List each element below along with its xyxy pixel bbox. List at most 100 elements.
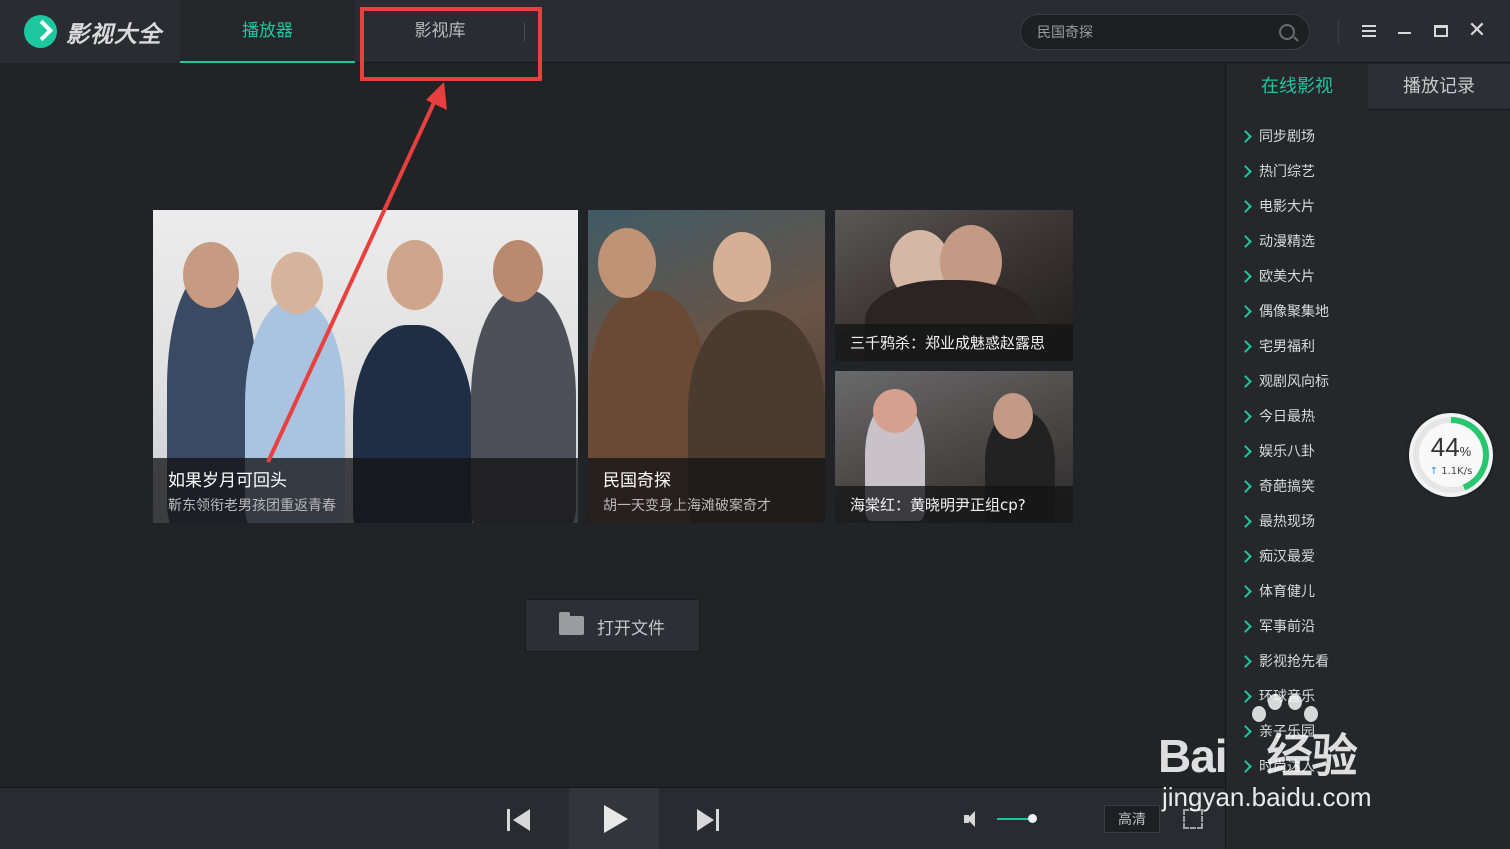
brand: 影视大全: [0, 0, 180, 63]
chevron-right-icon: [1239, 270, 1252, 283]
quality-button[interactable]: 高清: [1104, 805, 1160, 833]
category-label: 欧美大片: [1259, 269, 1315, 285]
poster-title: 如果岁月可回头: [168, 471, 287, 491]
volume-slider[interactable]: [997, 818, 1028, 820]
folder-icon: [559, 612, 584, 635]
volume-handle[interactable]: [1028, 814, 1037, 823]
speed-progress-ring: 44% ↑ 1.1K/s: [1413, 417, 1489, 493]
volume-icon[interactable]: [964, 811, 984, 827]
category-item[interactable]: 电影大片: [1226, 190, 1510, 225]
poster-title: 海棠红：黄晓明尹正组cp?: [850, 496, 1026, 514]
chevron-right-icon: [1239, 690, 1252, 703]
category-label: 亲子乐园: [1259, 724, 1315, 740]
chevron-right-icon: [1239, 200, 1252, 213]
menu-icon[interactable]: [1356, 18, 1382, 44]
play-icon: [604, 805, 628, 833]
network-speed-widget[interactable]: 44% ↑ 1.1K/s: [1409, 413, 1493, 497]
app-window: 影视大全 播放器 影视库 ✕ 如果岁月可回头 靳东领衔老男孩团重返青春: [0, 0, 1510, 849]
open-file-button[interactable]: 打开文件: [525, 599, 700, 652]
tab-play-history[interactable]: 播放记录: [1368, 64, 1510, 110]
poster-subtitle: 靳东领衔老男孩团重返青春: [168, 498, 336, 514]
category-item[interactable]: 欧美大片: [1226, 260, 1510, 295]
speed-rate: ↑ 1.1K/s: [1429, 466, 1473, 477]
category-label: 环球音乐: [1259, 689, 1315, 705]
category-item[interactable]: 环球音乐: [1226, 680, 1510, 715]
category-label: 最热现场: [1259, 514, 1315, 530]
category-item[interactable]: 观剧风向标: [1226, 365, 1510, 400]
search-input[interactable]: [1037, 15, 1267, 49]
fullscreen-icon[interactable]: [1183, 809, 1203, 829]
category-label: 时尚达人: [1259, 759, 1315, 775]
category-label: 体育健儿: [1259, 584, 1315, 600]
category-item[interactable]: 影视抢先看: [1226, 645, 1510, 680]
chevron-right-icon: [1239, 410, 1252, 423]
category-label: 动漫精选: [1259, 234, 1315, 250]
player-controls: 高清: [0, 787, 1225, 849]
poster-fourth[interactable]: 海棠红：黄晓明尹正组cp?: [835, 371, 1073, 523]
category-item[interactable]: 亲子乐园: [1226, 715, 1510, 750]
chevron-right-icon: [1239, 760, 1252, 773]
close-icon[interactable]: ✕: [1464, 18, 1490, 44]
tab-player[interactable]: 播放器: [180, 0, 355, 63]
category-label: 痴汉最爱: [1259, 549, 1315, 565]
poster-featured[interactable]: 如果岁月可回头 靳东领衔老男孩团重返青春: [153, 210, 578, 523]
category-label: 热门综艺: [1259, 164, 1315, 180]
chevron-right-icon: [1239, 305, 1252, 318]
category-item[interactable]: 军事前沿: [1226, 610, 1510, 645]
chevron-right-icon: [1239, 445, 1252, 458]
chevron-right-icon: [1239, 235, 1252, 248]
chevron-right-icon: [1239, 585, 1252, 598]
app-name: 影视大全: [66, 22, 162, 48]
category-label: 电影大片: [1259, 199, 1315, 215]
skip-next-icon[interactable]: [697, 809, 723, 831]
poster-third[interactable]: 三千鸦杀：郑业成魅惑赵露思: [835, 210, 1073, 361]
maximize-icon[interactable]: [1428, 18, 1454, 44]
poster-title: 三千鸦杀：郑业成魅惑赵露思: [850, 334, 1046, 352]
chevron-right-icon: [1239, 655, 1252, 668]
title-bar: 影视大全 播放器 影视库 ✕: [0, 0, 1510, 63]
category-item[interactable]: 动漫精选: [1226, 225, 1510, 260]
category-label: 奇葩搞笑: [1259, 479, 1315, 495]
minimize-icon[interactable]: [1392, 18, 1418, 44]
category-label: 娱乐八卦: [1259, 444, 1315, 460]
speed-percent: 44%: [1430, 432, 1472, 462]
category-label: 观剧风向标: [1259, 374, 1329, 390]
chevron-right-icon: [1239, 340, 1252, 353]
category-item[interactable]: 同步剧场: [1226, 120, 1510, 155]
chevron-right-icon: [1239, 550, 1252, 563]
poster-caption: 三千鸦杀：郑业成魅惑赵露思: [835, 324, 1073, 361]
chevron-right-icon: [1239, 375, 1252, 388]
poster-subtitle: 胡一天变身上海滩破案奇才: [603, 498, 771, 514]
category-item[interactable]: 体育健儿: [1226, 575, 1510, 610]
chevron-right-icon: [1239, 165, 1252, 178]
chevron-right-icon: [1239, 515, 1252, 528]
play-button[interactable]: [569, 788, 659, 849]
annotation-highlight-box: [360, 7, 542, 81]
chevron-right-icon: [1239, 130, 1252, 143]
category-item[interactable]: 热门综艺: [1226, 155, 1510, 190]
search-box[interactable]: [1020, 14, 1310, 50]
category-item[interactable]: 宅男福利: [1226, 330, 1510, 365]
category-label: 同步剧场: [1259, 129, 1315, 145]
window-controls-divider: [1338, 20, 1339, 44]
poster-title: 民国奇探: [603, 471, 671, 491]
chevron-right-icon: [1239, 620, 1252, 633]
poster-caption: 海棠红：黄晓明尹正组cp?: [835, 486, 1073, 523]
poster-caption: 如果岁月可回头 靳东领衔老男孩团重返青春: [153, 458, 578, 523]
chevron-right-icon: [1239, 725, 1252, 738]
search-icon[interactable]: [1279, 24, 1295, 40]
category-label: 今日最热: [1259, 409, 1315, 425]
category-label: 军事前沿: [1259, 619, 1315, 635]
poster-second[interactable]: 民国奇探 胡一天变身上海滩破案奇才: [588, 210, 825, 523]
category-label: 偶像聚集地: [1259, 304, 1329, 320]
category-item[interactable]: 痴汉最爱: [1226, 540, 1510, 575]
open-file-label: 打开文件: [597, 619, 665, 639]
category-item[interactable]: 最热现场: [1226, 505, 1510, 540]
category-item[interactable]: 偶像聚集地: [1226, 295, 1510, 330]
category-label: 影视抢先看: [1259, 654, 1329, 670]
category-item[interactable]: 时尚达人: [1226, 750, 1510, 785]
upload-arrow-icon: ↑: [1429, 466, 1439, 477]
play-logo-icon: [24, 15, 57, 48]
skip-previous-icon[interactable]: [507, 809, 533, 831]
tab-online-videos[interactable]: 在线影视: [1226, 64, 1368, 110]
